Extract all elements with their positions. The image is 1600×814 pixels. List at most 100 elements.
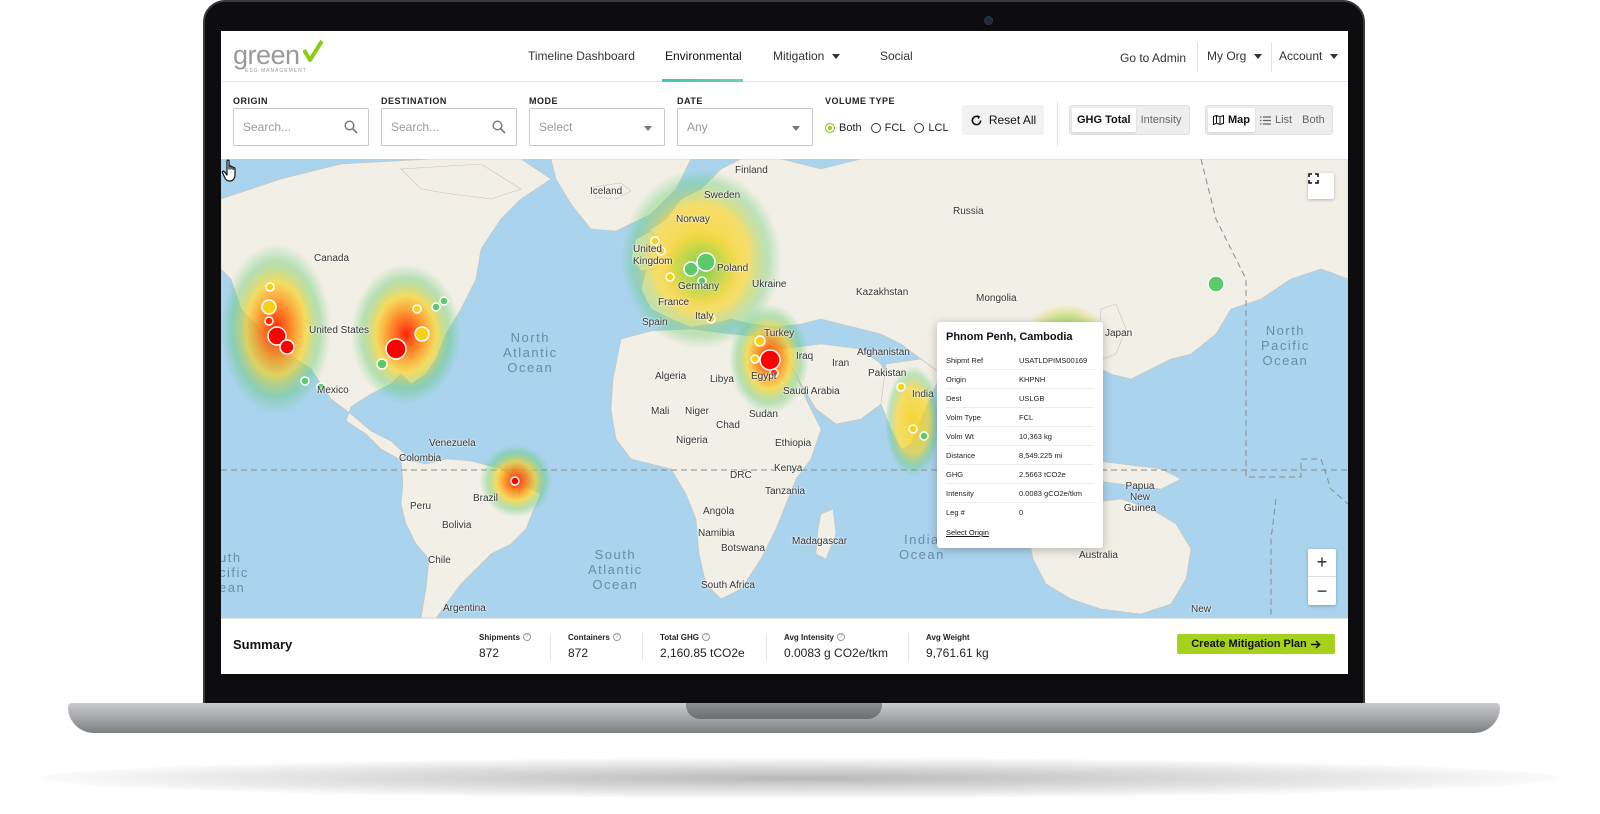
chevron-down-icon: [792, 126, 800, 131]
date-select[interactable]: Any: [677, 108, 813, 146]
nav-mitigation-label: Mitigation: [773, 49, 825, 63]
map-label-angola: Angola: [703, 506, 735, 517]
summary-bar: Summary Shipments? 872 Containers? 872 T…: [221, 618, 1348, 674]
popup-key: Volm Wt: [946, 431, 974, 441]
mode-select-value: Select: [539, 120, 573, 134]
create-mitigation-plan-button[interactable]: Create Mitigation Plan: [1177, 634, 1335, 654]
map-label-libya: Libya: [710, 374, 734, 385]
info-icon[interactable]: ?: [522, 633, 531, 641]
arrow-right-icon: [1310, 639, 1321, 649]
volume-type-label: VOLUME TYPE: [825, 96, 896, 106]
map-label-kenya: Kenya: [774, 463, 803, 474]
chevron-down-icon: [1254, 54, 1263, 60]
info-icon[interactable]: ?: [612, 633, 621, 641]
radio-fcl[interactable]: [870, 123, 881, 133]
map-label-japan: Japan: [1105, 328, 1133, 339]
nav-social[interactable]: Social: [880, 49, 913, 63]
stat-label-text: Shipments: [479, 633, 520, 642]
both-view-toggle[interactable]: Both: [1297, 108, 1330, 132]
radio-both-label[interactable]: Both: [839, 122, 862, 134]
nav-timeline-dashboard[interactable]: Timeline Dashboard: [528, 49, 635, 63]
fullscreen-button[interactable]: [1308, 173, 1334, 199]
popup-value: FCL: [1019, 412, 1034, 422]
map-view-toggle[interactable]: Map: [1208, 108, 1255, 132]
mode-label: MODE: [529, 96, 558, 106]
radio-both[interactable]: [825, 123, 835, 133]
popup-value: USLGB: [1019, 393, 1045, 403]
map-label-united-states: United States: [309, 325, 370, 336]
account-menu-label: Account: [1279, 49, 1323, 63]
map-label-iceland: Iceland: [590, 186, 623, 197]
popup-value: 0: [1019, 508, 1024, 517]
go-to-admin-link[interactable]: Go to Admin: [1120, 51, 1186, 65]
info-icon[interactable]: ?: [836, 633, 845, 641]
green-logo[interactable]: green ESG MANAGEMENT: [233, 40, 323, 74]
ocean-label-south-pacific: uth cific ean: [221, 550, 249, 595]
popup-row: Volm Type FCL: [946, 408, 1094, 427]
nav-environmental[interactable]: Environmental: [665, 49, 742, 63]
popup-row: Origin KHPNH: [946, 370, 1094, 389]
popup-key: Intensity: [946, 488, 974, 498]
origin-label: ORIGIN: [233, 96, 269, 106]
map-label-brazil: Brazil: [473, 493, 499, 504]
popup-row: GHG 2.5663 tCO2e: [946, 465, 1094, 484]
ocean-label-south-atlantic: South Atlantic Ocean: [588, 547, 643, 592]
destination-search-input[interactable]: Search...: [381, 108, 517, 146]
map-label-turkey: Turkey: [764, 328, 795, 339]
org-menu-label: My Org: [1207, 49, 1247, 63]
map-label-nigeria: Nigeria: [676, 435, 708, 446]
popup-key: GHG: [946, 469, 964, 479]
stat-value: 9,761.61 kg: [926, 646, 989, 660]
popup-key: Origin: [946, 374, 967, 384]
popup-value: 8,549.225 mi: [1019, 450, 1063, 460]
stat-shipments: Shipments? 872: [479, 633, 531, 660]
reset-all-button[interactable]: Reset All: [962, 105, 1044, 135]
stat-avg-weight: Avg Weight 9,761.61 kg: [926, 633, 989, 660]
org-menu[interactable]: My Org: [1207, 49, 1263, 63]
zoom-in-button[interactable]: +: [1308, 549, 1336, 577]
radio-fcl-label[interactable]: FCL: [885, 122, 906, 134]
radio-lcl-label[interactable]: LCL: [928, 122, 948, 134]
mode-select[interactable]: Select: [529, 108, 665, 146]
map-label-south-africa: South Africa: [701, 580, 755, 591]
ghg-total-toggle[interactable]: GHG Total: [1072, 108, 1136, 132]
popup-row: Leg # 0: [946, 503, 1094, 522]
logo-check-icon: [303, 40, 323, 62]
list-icon: [1260, 115, 1271, 125]
intensity-toggle[interactable]: Intensity: [1136, 108, 1187, 132]
popup-value: USATLDPIMS00169: [1019, 355, 1088, 365]
popup-key: Volm Type: [946, 412, 981, 422]
zoom-out-button[interactable]: −: [1308, 577, 1336, 605]
divider: [766, 633, 767, 661]
popup-row: Intensity 0.0083 gCO2e/tkm: [946, 484, 1094, 503]
map-label-chile: Chile: [428, 555, 451, 566]
map-label-russia: Russia: [953, 206, 984, 217]
popup-row: Shipmt Ref USATLDPIMS00169: [946, 351, 1094, 370]
top-navigation-bar: green ESG MANAGEMENT Timeline Dashboard …: [221, 31, 1348, 82]
stat-label-text: Total GHG: [660, 633, 699, 642]
stat-label-text: Avg Intensity: [784, 633, 834, 642]
popup-title: Phnom Penh, Cambodia: [946, 331, 1073, 343]
nav-mitigation[interactable]: Mitigation: [773, 49, 841, 63]
ocean-label-north-pacific: North Pacific Ocean: [1261, 323, 1310, 368]
destination-placeholder: Search...: [391, 120, 440, 134]
stat-containers: Containers? 872: [568, 633, 621, 660]
logo-wordmark: green: [233, 40, 300, 70]
origin-search-input[interactable]: Search...: [233, 108, 369, 146]
map-icon: [1213, 115, 1224, 125]
ocean-label-north-atlantic: North Atlantic Ocean: [503, 330, 558, 375]
select-origin-link[interactable]: Select Origin: [946, 528, 989, 537]
search-icon: [344, 120, 358, 134]
chevron-down-icon: [832, 54, 841, 60]
map-label-niger: Niger: [685, 406, 709, 417]
world-heat-map[interactable]: Iceland Finland Sweden Norway Russia Can…: [221, 159, 1348, 618]
map-label-finland: Finland: [735, 165, 768, 176]
radio-lcl[interactable]: [914, 123, 925, 133]
list-view-toggle[interactable]: List: [1255, 108, 1297, 132]
app-screen: green ESG MANAGEMENT Timeline Dashboard …: [221, 31, 1348, 674]
refresh-icon: [971, 114, 982, 125]
divider: [908, 633, 909, 661]
map-label-egypt: Egypt: [751, 371, 777, 382]
account-menu[interactable]: Account: [1279, 49, 1339, 63]
info-icon[interactable]: ?: [701, 633, 710, 641]
